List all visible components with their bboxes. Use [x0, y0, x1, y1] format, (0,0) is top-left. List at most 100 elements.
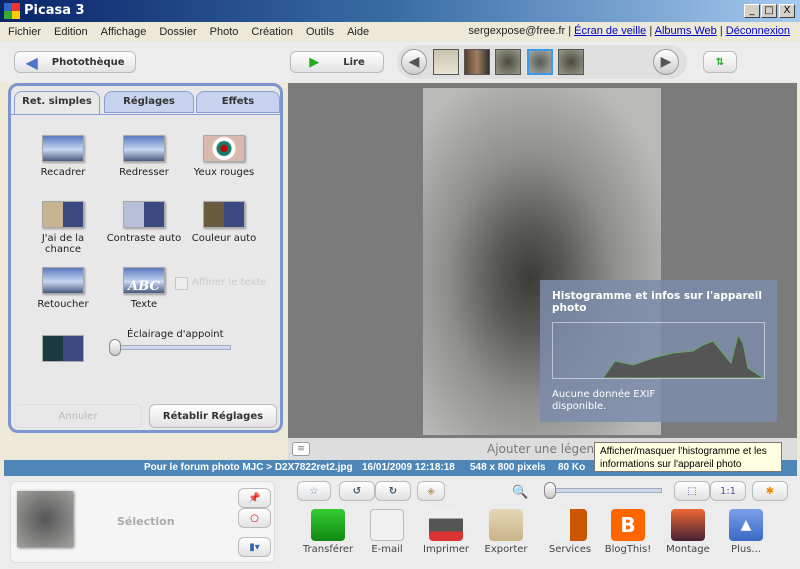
export-action[interactable]: Exporter [476, 509, 536, 555]
star-button[interactable]: ☆ [297, 481, 331, 501]
tool-label: Contraste auto [106, 233, 182, 244]
fit-icon: ⬚ [687, 485, 697, 497]
abc-text-icon: ABC [123, 267, 165, 294]
menu-photo[interactable]: Photo [210, 26, 239, 38]
menu-dossier[interactable]: Dossier [159, 26, 196, 38]
library-label: Photothèque [51, 56, 125, 68]
play-button[interactable]: ▶ Lire [290, 51, 384, 73]
retouch-tool[interactable]: Retoucher [23, 267, 103, 310]
caption-input[interactable]: Ajouter une légende [487, 442, 609, 456]
picasa-logo-icon [4, 3, 20, 19]
exif-info: Aucune donnée EXIF disponible. [552, 389, 656, 412]
album-button[interactable]: ▮▾ [238, 537, 271, 557]
upload-button[interactable]: ⇅ [703, 51, 737, 73]
circle-icon: ○ [250, 512, 259, 524]
edit-panel: Ret. simples Réglages Effets Recadrer Re… [8, 83, 283, 433]
menu-aide[interactable]: Aide [347, 26, 369, 38]
straighten-tool[interactable]: Redresser [104, 135, 184, 178]
crop-tool[interactable]: Recadrer [23, 135, 103, 178]
sharpen-text-checkbox[interactable] [175, 277, 188, 290]
separator: | [649, 25, 653, 37]
status-dimensions: 548 x 800 pixels [470, 462, 546, 473]
status-path: Pour le forum photo MJC > D2X7822ret2.jp… [144, 462, 353, 473]
feeling-lucky-tool[interactable]: J'ai de la chance [23, 201, 103, 255]
window-title: Picasa 3 [24, 3, 85, 18]
filmstrip-thumbnail[interactable] [464, 49, 490, 75]
undo-button[interactable]: Annuler [14, 404, 142, 428]
action-label: BlogThis! [604, 544, 652, 555]
upload-action[interactable]: Transférer [298, 509, 358, 555]
text-tool[interactable]: ABC Texte [104, 267, 184, 310]
fill-light-slider[interactable] [115, 345, 231, 350]
menu-affichage[interactable]: Affichage [101, 26, 147, 38]
rotate-left-icon: ↺ [352, 485, 362, 497]
tooltip: Afficher/masquer l'histogramme et les in… [594, 442, 782, 472]
play-icon: ▶ [309, 54, 320, 70]
tab-divider [11, 114, 280, 115]
collage-icon [671, 509, 705, 541]
menu-edition[interactable]: Edition [54, 26, 88, 38]
menu-creation[interactable]: Création [251, 26, 293, 38]
collage-action[interactable]: Montage [658, 509, 718, 555]
menu-outils[interactable]: Outils [306, 26, 334, 38]
action-label: E-mail [371, 544, 403, 555]
logout-link[interactable]: Déconnexion [726, 25, 790, 37]
next-photo-button[interactable]: ▶ [653, 49, 679, 75]
filmstrip-thumbnail-selected[interactable] [527, 49, 553, 75]
print-action[interactable]: Imprimer [416, 509, 476, 555]
menu-fichier[interactable]: Fichier [8, 26, 41, 38]
email-action[interactable]: E-mail [357, 509, 417, 555]
zoom-slider[interactable] [548, 488, 662, 493]
screensaver-link[interactable]: Écran de veille [574, 25, 646, 37]
actual-size-button[interactable]: 1:1 [710, 481, 746, 501]
reset-button[interactable]: Rétablir Réglages [149, 404, 277, 428]
tag-button[interactable]: ◈ [417, 481, 445, 501]
fill-light-slider-handle[interactable] [109, 339, 121, 356]
close-button[interactable]: X [779, 4, 795, 18]
tab-basic-fixes[interactable]: Ret. simples [14, 91, 100, 115]
tool-label: Redresser [119, 167, 169, 178]
contrast-icon [123, 201, 165, 228]
auto-color-tool[interactable]: Couleur auto [184, 201, 264, 244]
tab-tuning[interactable]: Réglages [104, 91, 194, 113]
action-label: Services [548, 544, 592, 555]
eye-icon [203, 135, 245, 162]
tool-label: Texte [130, 299, 158, 310]
tool-label: J'ai de la chance [41, 233, 85, 255]
minimize-button[interactable]: _ [744, 4, 760, 18]
more-action[interactable]: ▲ Plus... [716, 509, 776, 555]
previous-photo-button[interactable]: ◀ [401, 49, 427, 75]
zoom-slider-handle[interactable] [544, 482, 556, 499]
pin-icon: 📌 [248, 492, 261, 504]
services-action[interactable]: Services [540, 509, 600, 555]
rotate-left-button[interactable]: ↺ [339, 481, 375, 501]
filmstrip-thumbnail[interactable] [495, 49, 521, 75]
color-icon [203, 201, 245, 228]
red-eye-tool[interactable]: Yeux rouges [184, 135, 264, 178]
selection-thumbnail[interactable] [17, 491, 73, 547]
hold-button[interactable]: 📌 [238, 488, 271, 508]
histogram-toggle-button[interactable]: ≡ [292, 442, 310, 456]
clear-selection-button[interactable]: ○ [238, 508, 271, 528]
library-button[interactable]: ◀ Photothèque [14, 51, 136, 73]
picasa-pinwheel-button[interactable]: ✱ [752, 481, 788, 501]
action-label: Montage [666, 544, 710, 555]
auto-contrast-tool[interactable]: Contraste auto [104, 201, 184, 244]
zoom-magnifier-icon: 🔍 [512, 485, 529, 500]
up-triangle-icon: ▲ [729, 509, 763, 541]
crop-icon [42, 135, 84, 162]
tab-effects[interactable]: Effets [196, 91, 280, 113]
filmstrip-thumbnail[interactable] [433, 49, 459, 75]
fit-button[interactable]: ⬚ [674, 481, 710, 501]
bottom-tray: Sélection 📌 ○ ▮▾ ☆ ↺ ↻ ◈ 🔍 ⬚ 1:1 ✱ Trans… [0, 476, 800, 569]
filmstrip-thumbnail[interactable] [558, 49, 584, 75]
maximize-button[interactable]: □ [761, 4, 777, 18]
printer-icon [429, 509, 463, 541]
upload-arrow-icon [311, 509, 345, 541]
album-icon: ▮▾ [249, 541, 260, 553]
rotate-right-button[interactable]: ↻ [375, 481, 411, 501]
blogger-icon: B [611, 509, 645, 541]
blogthis-action[interactable]: B BlogThis! [598, 509, 658, 555]
web-albums-link[interactable]: Albums Web [655, 25, 717, 37]
action-label: Imprimer [423, 544, 469, 555]
